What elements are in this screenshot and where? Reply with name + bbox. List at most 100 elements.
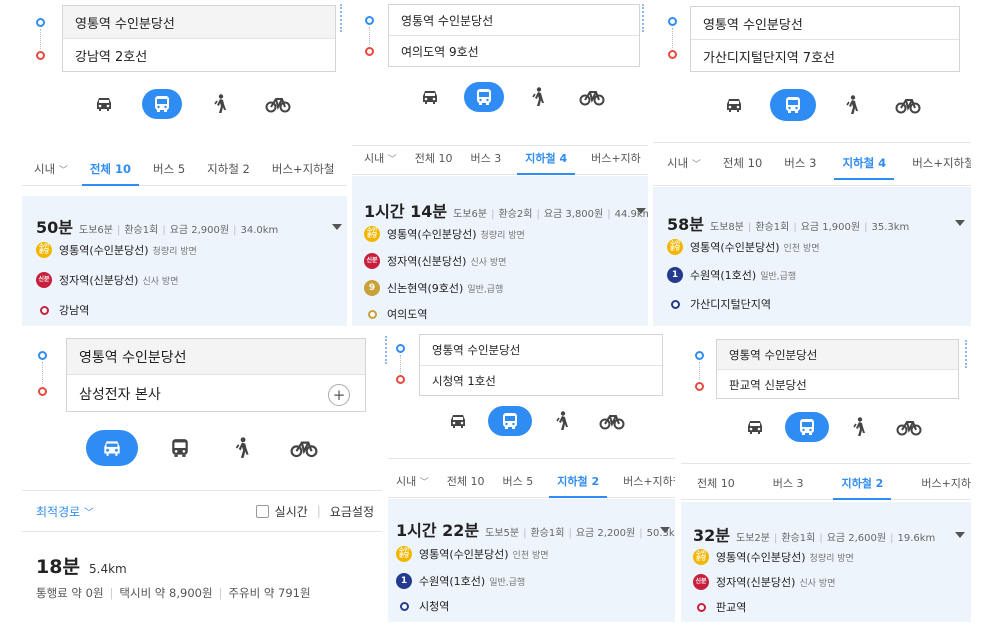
fare-setting-link[interactable]: 요금설정 [330, 503, 374, 520]
travel-time: 58분 [667, 215, 704, 234]
line-9-icon: 9 [364, 280, 380, 296]
route-panel-1: 영통역 수인분당선 강남역 2호선 시내 ﹀ 전체 10 버스 5 지하철 2 … [22, 0, 347, 326]
car-mode-button[interactable] [410, 82, 450, 112]
tab-bus[interactable]: 버스 3 [773, 475, 804, 499]
route-summary: 1시간 22분 도보5분|환승1회|요금 2,200원|50.3km [396, 517, 675, 541]
travel-time: 1시간 22분 [396, 521, 480, 540]
end-input[interactable]: 삼성전자 본사 [67, 375, 365, 412]
route-step: 9 신논현역(9호선) 일반,급행 [364, 280, 503, 296]
expand-chevron-icon[interactable] [955, 220, 965, 226]
start-input[interactable]: 영통역 수인분당선 [420, 335, 662, 366]
transport-modes [84, 89, 298, 119]
expand-chevron-icon[interactable] [660, 527, 670, 533]
car-route-summary[interactable]: 18분 5.4km [36, 552, 127, 579]
realtime-checkbox[interactable]: 실시간 [255, 503, 308, 520]
car-mode-button[interactable] [438, 406, 478, 436]
walk-mode-button[interactable] [222, 433, 262, 463]
car-mode-button[interactable] [86, 430, 138, 466]
tab-all[interactable]: 전체 10 [81, 161, 140, 186]
bike-mode-button[interactable] [258, 89, 298, 119]
add-waypoint-button[interactable]: + [328, 384, 350, 406]
bus-mode-button[interactable] [160, 433, 200, 463]
route-option-dropdown[interactable]: 최적경로 ﹀ [36, 503, 94, 520]
expand-chevron-icon[interactable] [332, 224, 342, 230]
bus-mode-button[interactable] [785, 412, 829, 442]
expand-chevron-icon[interactable] [955, 532, 965, 538]
start-dot-icon [38, 351, 47, 360]
tab-bus-subway[interactable]: 버스+지하철 [623, 473, 675, 497]
walk-mode-button[interactable] [518, 82, 558, 112]
tab-subway[interactable]: 지하철 2 [549, 473, 607, 498]
bike-icon [599, 415, 625, 430]
tab-bus-subway[interactable]: 버스+지하철 5 [921, 475, 971, 499]
bus-mode-button[interactable] [142, 89, 182, 119]
bike-mode-button[interactable] [284, 433, 324, 463]
walk-mode-button[interactable] [832, 90, 872, 120]
car-icon [451, 415, 465, 428]
end-input[interactable]: 가산디지털단지역 7호선 [691, 40, 959, 72]
bus-mode-button[interactable] [770, 89, 816, 121]
start-dot-icon [36, 18, 45, 27]
car-mode-button[interactable] [714, 90, 754, 120]
transport-modes [438, 406, 632, 436]
route-meta: 도보5분|환승1회|요금 2,200원|50.3km [485, 528, 675, 539]
route-result[interactable]: 50분 도보6분 | 환승1회 | 요금 2,900원 | 34.0km 수인 분당 영통역(수… [22, 196, 347, 326]
tab-subway[interactable]: 지하철 4 [834, 155, 894, 180]
tab-all[interactable]: 전체 10 [447, 473, 485, 497]
route-result[interactable]: 1시간 22분 도보5분|환승1회|요금 2,200원|50.3km 수인분당영… [388, 499, 675, 622]
walk-mode-button[interactable] [839, 412, 879, 442]
walk-icon [532, 87, 544, 106]
tab-all[interactable]: 전체 10 [723, 155, 762, 179]
tab-subway[interactable]: 지하철 2 [833, 475, 892, 500]
walk-mode-button[interactable] [200, 89, 240, 119]
car-mode-button[interactable] [84, 89, 124, 119]
transport-modes [86, 430, 324, 466]
start-input[interactable]: 영통역 수인분당선 [717, 340, 958, 370]
bus-mode-button[interactable] [488, 406, 532, 436]
tab-bus-subway[interactable]: 버스+지하 [591, 150, 641, 174]
start-input[interactable]: 영통역 수인분당선 [67, 339, 365, 375]
walk-mode-button[interactable] [542, 406, 582, 436]
end-input[interactable]: 강남역 2호선 [63, 39, 335, 72]
tab-subway[interactable]: 지하철 2 [207, 161, 250, 185]
expand-chevron-icon[interactable] [636, 208, 646, 214]
start-input[interactable]: 영통역 수인분당선 [389, 5, 639, 36]
tab-city[interactable]: 시내 ﹀ [34, 161, 68, 185]
tab-bus[interactable]: 버스 3 [471, 150, 502, 174]
route-step: 판교역 [693, 599, 746, 615]
tab-bus[interactable]: 버스 3 [784, 155, 816, 179]
route-result[interactable]: 58분 도보8분 | 환승1회 | 요금 1,900원 | 35.3km 수인 분당 영통역(수… [653, 187, 971, 326]
tab-all[interactable]: 전체 10 [697, 475, 735, 499]
tab-bus-subway[interactable]: 버스+지하철 [272, 161, 335, 185]
route-tabs: 시내 ﹀ 전체 10 버스 5 지하철 2 버스+지하철 [388, 458, 675, 498]
car-mode-button[interactable] [735, 412, 775, 442]
route-connector [699, 362, 700, 380]
bus-mode-button[interactable] [464, 82, 504, 112]
tab-bus-subway[interactable]: 버스+지하철 [912, 155, 971, 179]
tab-city[interactable]: 시내 ﹀ [396, 473, 429, 497]
transport-modes [410, 82, 612, 112]
route-result[interactable]: 1시간 14분 도보6분 | 환승2회 | 요금 3,800원 | 44.9km 수인 분당 영… [352, 176, 648, 326]
route-input-box: 영통역 수인분당선 판교역 신분당선 [716, 339, 959, 399]
plus-icon: + [332, 386, 346, 404]
destination-dot-icon [400, 601, 409, 611]
bike-mode-button[interactable] [572, 82, 612, 112]
start-input[interactable]: 영통역 수인분당선 [691, 7, 959, 40]
tab-all[interactable]: 전체 10 [415, 150, 453, 174]
tab-city[interactable]: 시내 ﹀ [667, 155, 701, 179]
tab-city[interactable]: 시내 ﹀ [364, 150, 397, 174]
bike-mode-button[interactable] [888, 90, 928, 120]
route-result[interactable]: 32분 도보2분 | 환승1회 | 요금 2,600원 | 19.6km 수인 분당 영통역(수… [681, 502, 971, 622]
end-input[interactable]: 판교역 신분당선 [717, 370, 958, 399]
bike-mode-button[interactable] [889, 412, 929, 442]
tab-subway[interactable]: 지하철 4 [517, 150, 575, 175]
route-input-box: 영통역 수인분당선 여의도역 9호선 [388, 4, 640, 67]
car-costs: 통행료 약 0원 | 택시비 약 8,900원 | 주유비 약 791원 [36, 586, 311, 600]
tab-bus[interactable]: 버스 5 [503, 473, 534, 497]
end-input[interactable]: 여의도역 9호선 [389, 36, 639, 67]
end-input[interactable]: 시청역 1호선 [420, 366, 662, 396]
route-step: 가산디지털단지역 [667, 296, 771, 312]
start-input[interactable]: 영통역 수인분당선 [63, 6, 335, 39]
bike-mode-button[interactable] [592, 406, 632, 436]
tab-bus[interactable]: 버스 5 [153, 161, 185, 185]
